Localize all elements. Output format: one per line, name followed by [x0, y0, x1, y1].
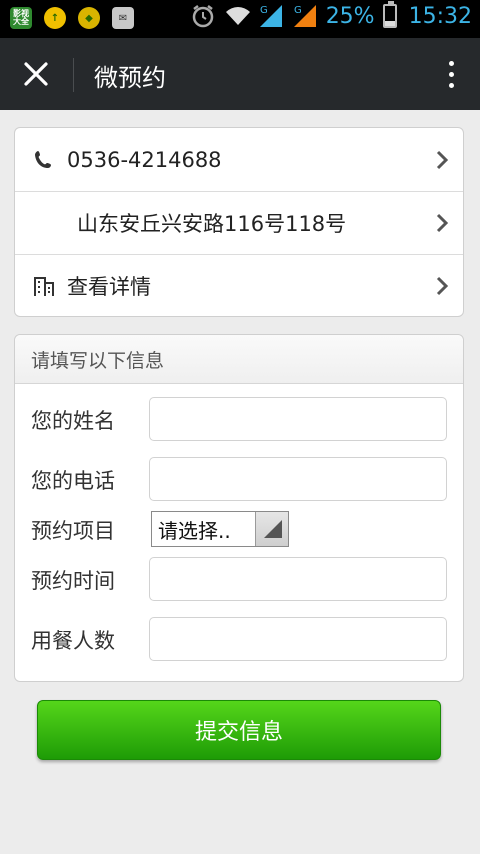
clock: 15:32: [408, 3, 472, 29]
svg-text:G: G: [260, 5, 268, 16]
svg-text:G: G: [294, 5, 302, 16]
people-label: 用餐人数: [31, 629, 115, 653]
address-row[interactable]: 山东安丘兴安路116号118号: [15, 191, 463, 254]
phone-row[interactable]: 0536-4214688: [15, 128, 463, 191]
people-input[interactable]: [149, 617, 447, 661]
details-row[interactable]: 查看详情: [15, 254, 463, 317]
upload-app-icon: ↑: [44, 7, 66, 29]
page-title: 微预约: [94, 64, 166, 92]
form-header: 请填写以下信息: [15, 335, 463, 384]
submit-button[interactable]: 提交信息: [37, 700, 441, 760]
info-card: 0536-4214688 山东安丘兴安路116号118号 查看详情: [14, 127, 464, 317]
select-arrow-icon: [255, 512, 288, 546]
title-divider: [73, 58, 74, 92]
address-text: 山东安丘兴安路116号118号: [77, 212, 347, 236]
phone-label: 您的电话: [31, 469, 115, 493]
booking-form: 请填写以下信息 您的姓名 您的电话 预约项目 请选择.. 预约时间 用餐人数: [14, 334, 464, 682]
message-app-icon: ✉: [112, 7, 134, 29]
more-dot-icon: [448, 82, 454, 88]
battery-icon: [382, 1, 397, 28]
title-bar: 微预约: [0, 38, 480, 110]
building-icon: [34, 277, 54, 296]
more-options-button[interactable]: [436, 54, 466, 94]
chevron-right-icon: [436, 150, 449, 169]
signal-icon: G: [258, 3, 284, 29]
store-app-icon: ◆: [78, 7, 100, 29]
name-label: 您的姓名: [31, 409, 115, 433]
time-label: 预约时间: [31, 569, 115, 593]
wifi-icon: [224, 3, 250, 29]
video-app-icon: 影视大全: [10, 7, 32, 29]
time-input[interactable]: [149, 557, 447, 601]
name-input[interactable]: [149, 397, 447, 441]
battery-percent: 25%: [325, 3, 375, 29]
phone-number: 0536-4214688: [67, 147, 222, 172]
alarm-icon: [190, 3, 216, 29]
chevron-right-icon: [436, 213, 449, 233]
status-bar: 影视大全 ↑ ◆ ✉ G G 25% 15:32: [0, 0, 480, 38]
close-icon: [24, 62, 48, 86]
chevron-right-icon: [436, 276, 449, 296]
item-label: 预约项目: [31, 519, 115, 543]
phone-icon: [35, 150, 51, 168]
notification-icons: 影视大全 ↑ ◆ ✉: [10, 7, 134, 29]
close-button[interactable]: [14, 52, 58, 96]
details-label: 查看详情: [67, 275, 151, 299]
signal-2-icon: G: [292, 3, 318, 29]
more-dot-icon: [448, 71, 454, 77]
item-select[interactable]: 请选择..: [151, 511, 289, 547]
more-dot-icon: [448, 60, 454, 66]
item-select-value: 请选择..: [158, 518, 231, 543]
phone-input[interactable]: [149, 457, 447, 501]
